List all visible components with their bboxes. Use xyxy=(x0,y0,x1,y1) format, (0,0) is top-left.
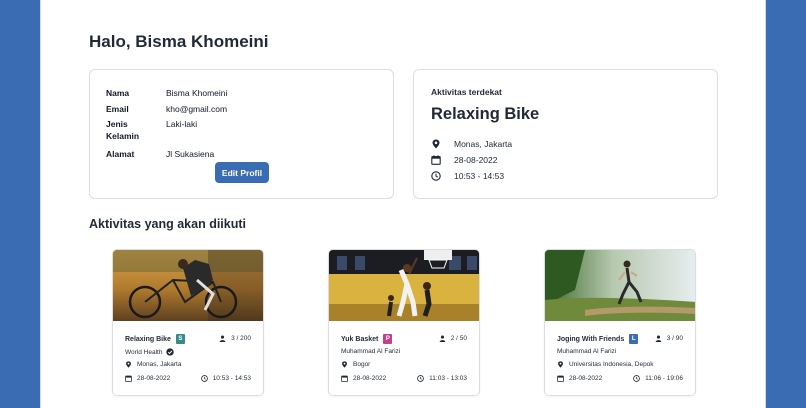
profile-label: Nama xyxy=(106,88,130,98)
clock-icon xyxy=(417,375,424,382)
nearest-activity-card[interactable]: Aktivitas terdekat Relaxing Bike Monas, … xyxy=(413,69,718,199)
activity-organizer-text: World Health xyxy=(125,348,163,356)
profile-row-gender: Jenis Kelamin Laki-laki xyxy=(106,118,197,142)
profile-value: Laki-laki xyxy=(166,119,198,129)
activity-type-badge: L xyxy=(629,334,639,344)
jogging-photo xyxy=(545,250,695,321)
user-icon xyxy=(439,335,446,342)
nearest-date-text: 28-08-2022 xyxy=(454,155,498,165)
activity-quota-text: 3 / 200 xyxy=(231,335,251,342)
calendar-icon xyxy=(125,375,132,382)
activity-location-text: Monas, Jakarta xyxy=(137,361,182,368)
activity-organizer: Muhammad Al Farizi xyxy=(341,348,400,355)
activity-title: Relaxing Bike S xyxy=(125,334,185,344)
activity-card[interactable]: Yuk Basket P 2 / 50 Muhammad Al Farizi B… xyxy=(328,249,480,396)
activity-type-badge: P xyxy=(383,334,393,344)
map-pin-icon xyxy=(558,361,563,368)
calendar-icon xyxy=(557,375,564,382)
profile-label: Jenis Kelamin xyxy=(106,119,140,141)
user-icon xyxy=(219,335,226,342)
nearest-location: Monas, Jakarta xyxy=(431,139,512,149)
activity-date-text: 28-08-2022 xyxy=(137,375,171,382)
nearest-title: Relaxing Bike xyxy=(431,105,540,123)
activity-organizer-text: Muhammad Al Farizi xyxy=(341,348,401,355)
activity-title-text: Joging With Friends xyxy=(557,335,625,343)
profile-label: Email xyxy=(106,104,129,114)
profile-value: kho@gmail.com xyxy=(166,104,228,114)
map-pin-icon xyxy=(432,139,440,149)
activity-title-text: Yuk Basket xyxy=(341,335,379,343)
greeting-heading: Halo, Bisma Khomeini xyxy=(89,32,269,51)
activity-type-badge: S xyxy=(175,334,185,344)
nearest-location-text: Monas, Jakarta xyxy=(454,139,513,149)
verified-check-icon xyxy=(166,348,175,356)
activity-quota: 2 / 50 xyxy=(439,335,467,342)
upcoming-section-title: Aktivitas yang akan diikuti xyxy=(89,217,246,231)
activity-location: Universitas Indonesia, Depok xyxy=(557,361,654,368)
profile-row-name: Nama Bisma Khomeini xyxy=(106,87,227,99)
profile-value: Bisma Khomeini xyxy=(166,88,228,98)
profile-card: Nama Bisma Khomeini Email kho@gmail.com … xyxy=(89,69,394,199)
clock-icon xyxy=(431,171,441,181)
profile-label: Alamat xyxy=(106,149,135,159)
clock-icon xyxy=(633,375,640,382)
activity-quota: 3 / 200 xyxy=(219,335,251,342)
activity-date-text: 28-08-2022 xyxy=(569,375,603,382)
activity-card[interactable]: Joging With Friends L 3 / 90 Muhammad Al… xyxy=(544,249,696,396)
activity-time: 10:53 - 14:53 xyxy=(200,375,251,382)
activity-time: 11:03 - 13:03 xyxy=(417,375,467,382)
profile-value: Jl Sukasiena xyxy=(166,149,215,159)
activity-organizer: Muhammad Al Farizi xyxy=(557,348,616,355)
profile-row-address: Alamat Jl Sukasiena xyxy=(106,148,214,160)
activity-card[interactable]: Relaxing Bike S 3 / 200 World Health Mon… xyxy=(112,249,264,396)
nearest-heading: Aktivitas terdekat xyxy=(431,87,502,97)
basketball-photo xyxy=(329,250,479,321)
bike-photo xyxy=(113,250,263,321)
calendar-icon xyxy=(341,375,348,382)
edit-profile-button[interactable]: Edit Profil xyxy=(215,162,269,183)
map-pin-icon xyxy=(126,361,131,368)
activity-organizer-text: Muhammad Al Farizi xyxy=(557,348,617,355)
main-page: Halo, Bisma Khomeini Nama Bisma Khomeini… xyxy=(40,0,766,408)
activity-time-text: 11:06 - 19:06 xyxy=(645,375,683,382)
activity-quota: 3 / 90 xyxy=(655,335,683,342)
activity-date: 28-08-2022 xyxy=(125,375,170,382)
activity-quota-text: 2 / 50 xyxy=(450,335,467,342)
activity-quota-text: 3 / 90 xyxy=(666,335,683,342)
activity-time: 11:06 - 19:06 xyxy=(633,375,683,382)
activity-title: Joging With Friends L xyxy=(557,334,639,344)
map-pin-icon xyxy=(342,361,347,368)
activity-time-text: 10:53 - 14:53 xyxy=(212,375,251,382)
activity-date: 28-08-2022 xyxy=(341,375,386,382)
activity-date: 28-08-2022 xyxy=(557,375,602,382)
activity-title: Yuk Basket P xyxy=(341,334,393,344)
calendar-icon xyxy=(431,155,441,165)
activity-location-text: Bogor xyxy=(353,361,371,368)
nearest-time: 10:53 - 14:53 xyxy=(431,171,504,181)
activity-location: Bogor xyxy=(341,361,370,368)
nearest-time-text: 10:53 - 14:53 xyxy=(454,171,505,181)
activity-organizer: World Health xyxy=(125,348,175,356)
clock-icon xyxy=(200,375,208,382)
activity-time-text: 11:03 - 13:03 xyxy=(429,375,467,382)
activity-location: Monas, Jakarta xyxy=(125,361,181,368)
activity-date-text: 28-08-2022 xyxy=(353,375,387,382)
user-icon xyxy=(655,335,662,342)
nearest-date: 28-08-2022 xyxy=(431,155,497,165)
activity-location-text: Universitas Indonesia, Depok xyxy=(569,361,654,368)
activity-title-text: Relaxing Bike xyxy=(125,335,171,343)
profile-row-email: Email kho@gmail.com xyxy=(106,103,227,115)
